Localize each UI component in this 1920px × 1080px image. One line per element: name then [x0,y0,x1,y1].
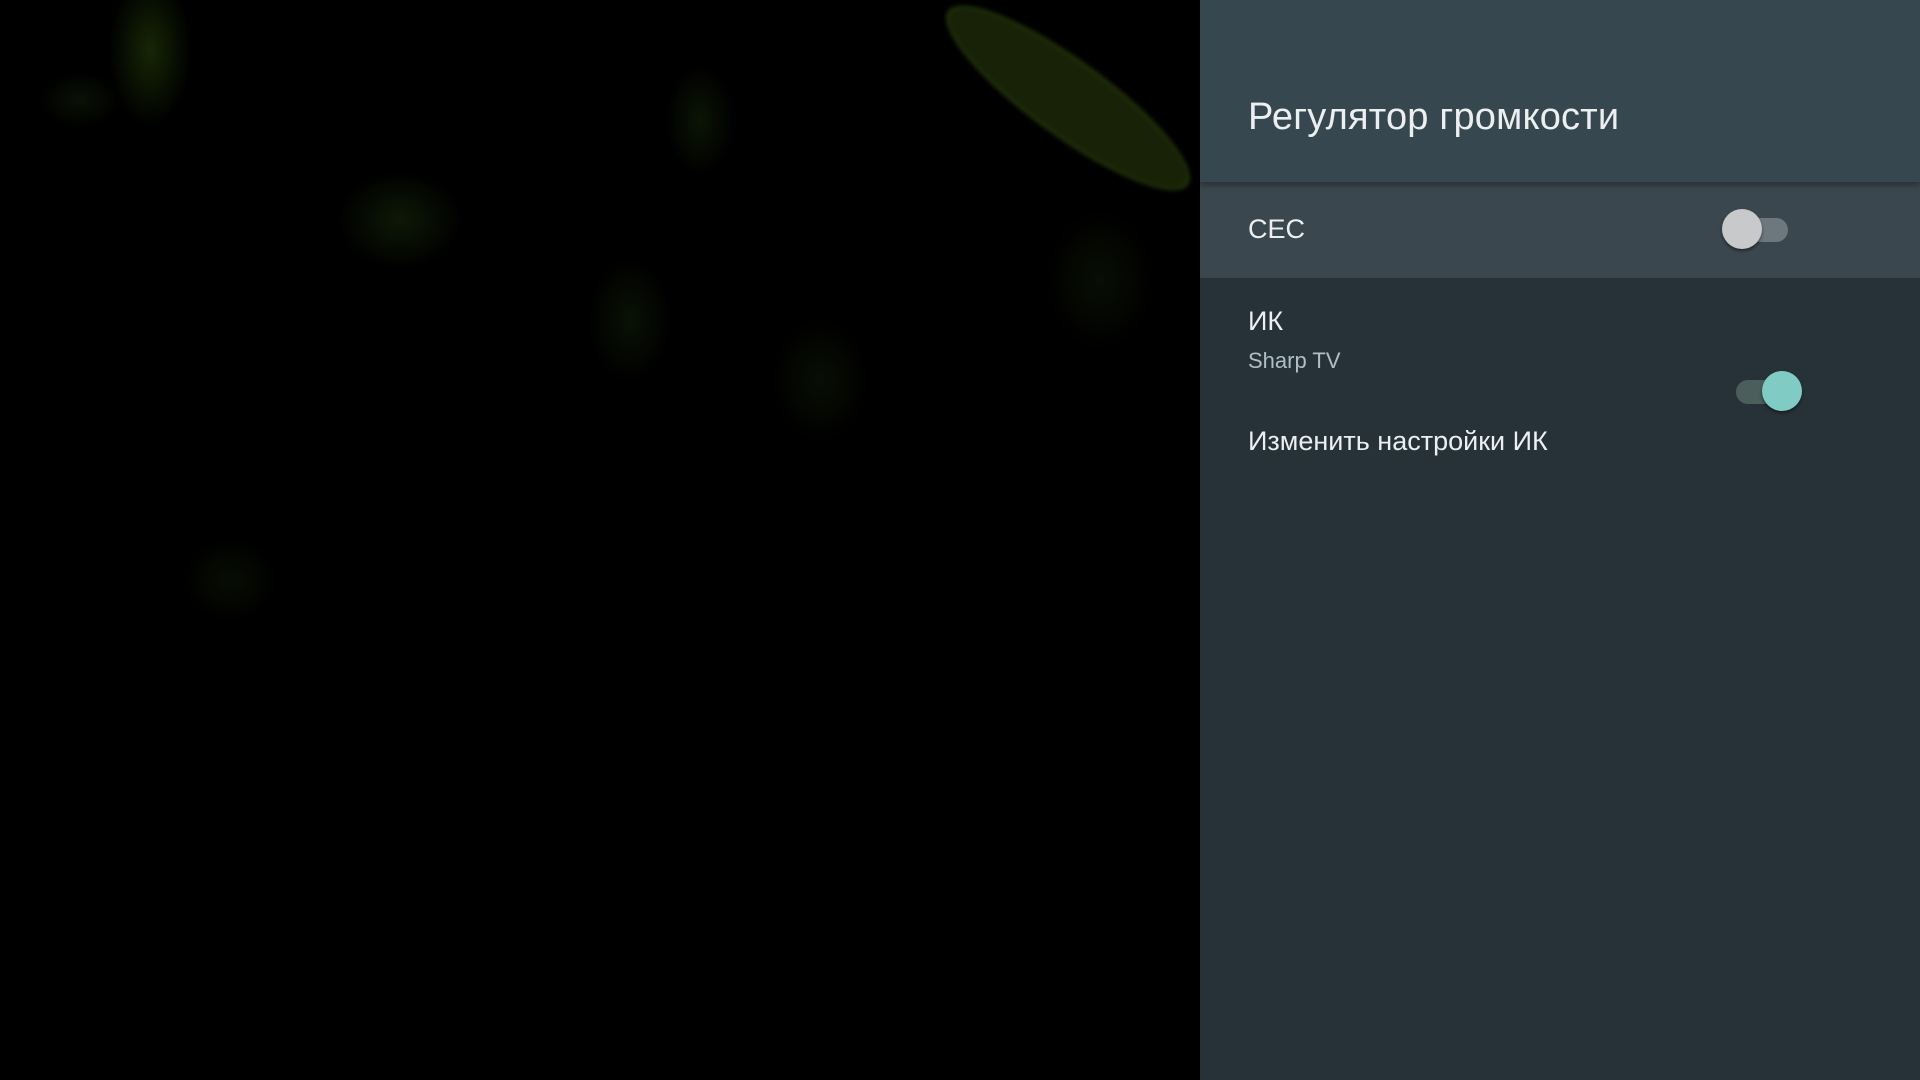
wallpaper-backdrop [0,0,1211,1080]
page-title: Регулятор громкости [1248,96,1620,138]
list-item-cec[interactable]: CEC [1200,182,1920,278]
item-title-ir: ИК [1248,306,1284,336]
list-item-ir[interactable]: ИК Sharp TV [1200,278,1920,411]
item-title-edit-ir-settings: Изменить настройки ИК [1248,426,1548,456]
cec-toggle-switch[interactable] [1722,208,1788,250]
panel-header: Регулятор громкости [1200,0,1920,182]
tv-settings-screen: Регулятор громкости CEC ИК Sharp TV Изме… [0,0,1920,1080]
item-summary-ir: Sharp TV [1248,348,1341,373]
list-item-edit-ir-settings[interactable]: Изменить настройки ИК [1200,402,1920,486]
settings-panel: Регулятор громкости CEC ИК Sharp TV Изме… [1200,0,1920,1080]
blurred-leaf-image [925,0,1211,216]
item-title-cec: CEC [1248,214,1306,244]
switch-thumb [1722,209,1762,249]
